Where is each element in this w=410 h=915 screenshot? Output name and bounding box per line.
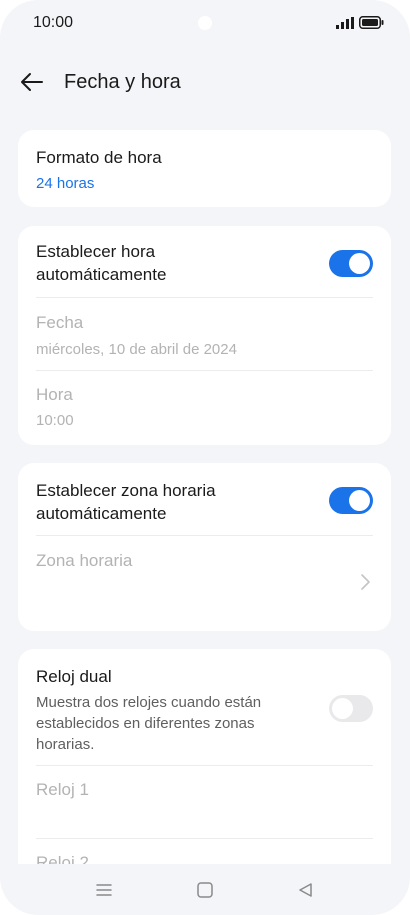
timezone-label: Zona horaria — [36, 551, 133, 570]
signal-icon — [336, 17, 354, 29]
settings-list[interactable]: Formato de hora 24 horas Establecer hora… — [0, 110, 410, 864]
dual-clock-toggle[interactable] — [329, 695, 373, 722]
divider — [36, 838, 373, 839]
triangle-back-icon[interactable] — [296, 880, 316, 900]
divider — [36, 297, 373, 298]
time-format-title: Formato de hora — [36, 148, 162, 167]
page-title: Fecha y hora — [64, 71, 181, 93]
arrow-left-icon — [21, 73, 43, 91]
camera-cutout — [198, 16, 212, 30]
dual-clock-title: Reloj dual — [36, 667, 112, 686]
auto-time-toggle[interactable] — [329, 250, 373, 277]
square-icon[interactable] — [195, 880, 215, 900]
status-time: 10:00 — [33, 14, 74, 31]
auto-time-card: Establecer hora automáticamente Fecha mi… — [18, 226, 391, 445]
back-button[interactable] — [14, 64, 50, 100]
divider — [36, 765, 373, 766]
phone-screen: 10:00 Fecha y hora Formato de hora 24 ho… — [0, 0, 410, 915]
toggle-knob — [332, 698, 353, 719]
dual-clock-description: Muestra dos relojes cuando están estable… — [36, 694, 262, 753]
battery-icon — [359, 16, 384, 29]
menu-icon[interactable] — [94, 880, 114, 900]
auto-time-title: Establecer hora automáticamente — [36, 242, 167, 284]
clock2-label: Reloj 2 — [36, 853, 89, 864]
auto-timezone-toggle[interactable] — [329, 487, 373, 514]
time-value: 10:00 — [36, 412, 74, 429]
auto-timezone-card: Establecer zona horaria automáticamente … — [18, 463, 391, 631]
dual-clock-card: Reloj dual Muestra dos relojes cuando es… — [18, 649, 391, 864]
toggle-knob — [349, 253, 370, 274]
navigation-bar — [0, 864, 410, 915]
clock1-label: Reloj 1 — [36, 780, 89, 799]
divider — [36, 535, 373, 536]
time-format-value: 24 horas — [36, 175, 95, 192]
time-label: Hora — [36, 385, 73, 404]
toggle-knob — [349, 490, 370, 511]
chevron-right-icon — [361, 574, 370, 590]
status-bar: 10:00 — [0, 0, 410, 46]
time-format-card[interactable]: Formato de hora 24 horas — [18, 130, 391, 207]
auto-timezone-title: Establecer zona horaria automáticamente — [36, 481, 216, 523]
divider — [36, 370, 373, 371]
date-value: miércoles, 10 de abril de 2024 — [36, 341, 237, 358]
date-label: Fecha — [36, 313, 84, 332]
